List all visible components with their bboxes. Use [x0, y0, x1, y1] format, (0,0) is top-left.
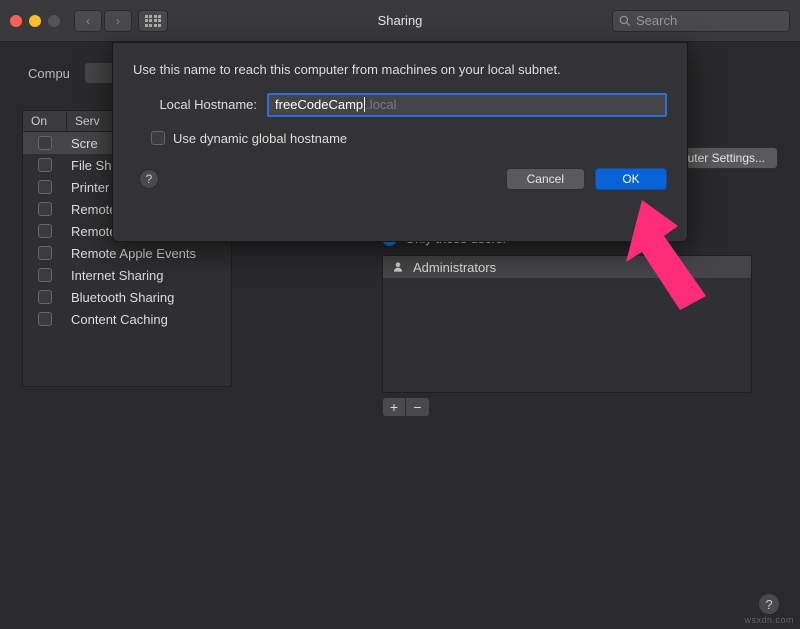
text-cursor [364, 97, 365, 112]
nav-buttons: ‹ › [74, 10, 132, 32]
service-checkbox[interactable] [38, 224, 52, 238]
dynamic-hostname-row[interactable]: Use dynamic global hostname [133, 131, 667, 146]
window-controls [10, 15, 60, 27]
close-window-button[interactable] [10, 15, 22, 27]
service-checkbox[interactable] [38, 246, 52, 260]
service-checkbox[interactable] [38, 136, 52, 150]
col-on[interactable]: On [23, 111, 67, 131]
user-label: Administrators [413, 260, 496, 275]
dynamic-hostname-label: Use dynamic global hostname [173, 131, 347, 146]
service-label: Remote Apple Events [67, 246, 231, 261]
chevron-left-icon: ‹ [86, 14, 90, 28]
watermark: wsxdn.com [744, 615, 794, 625]
service-checkbox[interactable] [38, 158, 52, 172]
table-row[interactable]: Internet Sharing [23, 264, 231, 286]
show-all-button[interactable] [138, 10, 168, 32]
sheet-message: Use this name to reach this computer fro… [133, 61, 667, 79]
window-title: Sharing [378, 13, 423, 28]
search-placeholder: Search [636, 13, 677, 28]
sheet-help-button[interactable]: ? [139, 169, 159, 189]
table-row[interactable]: Content Caching [23, 308, 231, 330]
hostname-value: freeCodeCamp [275, 97, 363, 112]
service-label: Bluetooth Sharing [67, 290, 231, 305]
users-list[interactable]: Administrators [382, 255, 752, 393]
grid-icon [145, 15, 162, 27]
toolbar: ‹ › Sharing Search [0, 0, 800, 42]
hostname-suffix: .local [366, 97, 396, 112]
hostname-sheet: Use this name to reach this computer fro… [112, 42, 688, 242]
search-icon [619, 15, 631, 27]
chevron-right-icon: › [116, 14, 120, 28]
service-checkbox[interactable] [38, 290, 52, 304]
service-checkbox[interactable] [38, 202, 52, 216]
service-checkbox[interactable] [38, 312, 52, 326]
maximize-window-button[interactable] [48, 15, 60, 27]
cancel-button[interactable]: Cancel [506, 168, 585, 190]
service-label: Content Caching [67, 312, 231, 327]
hostname-label: Local Hostname: [133, 97, 257, 112]
col-service[interactable]: Serv [67, 111, 108, 131]
service-label: Internet Sharing [67, 268, 231, 283]
users-icon [391, 260, 405, 274]
service-checkbox[interactable] [38, 268, 52, 282]
minimize-window-button[interactable] [29, 15, 41, 27]
forward-button[interactable]: › [104, 10, 132, 32]
dynamic-hostname-checkbox[interactable] [151, 131, 165, 145]
ok-button[interactable]: OK [595, 168, 667, 190]
service-checkbox[interactable] [38, 180, 52, 194]
table-row[interactable]: Bluetooth Sharing [23, 286, 231, 308]
back-button[interactable]: ‹ [74, 10, 102, 32]
computer-name-label: Compu [28, 66, 70, 81]
add-remove-controls: + − [382, 397, 778, 417]
help-button[interactable]: ? [758, 593, 780, 615]
table-row[interactable]: Remote Apple Events [23, 242, 231, 264]
remove-user-button[interactable]: − [406, 397, 430, 417]
add-user-button[interactable]: + [382, 397, 406, 417]
list-item[interactable]: Administrators [383, 256, 751, 278]
search-field[interactable]: Search [612, 10, 790, 32]
hostname-field[interactable]: freeCodeCamp.local [267, 93, 667, 117]
